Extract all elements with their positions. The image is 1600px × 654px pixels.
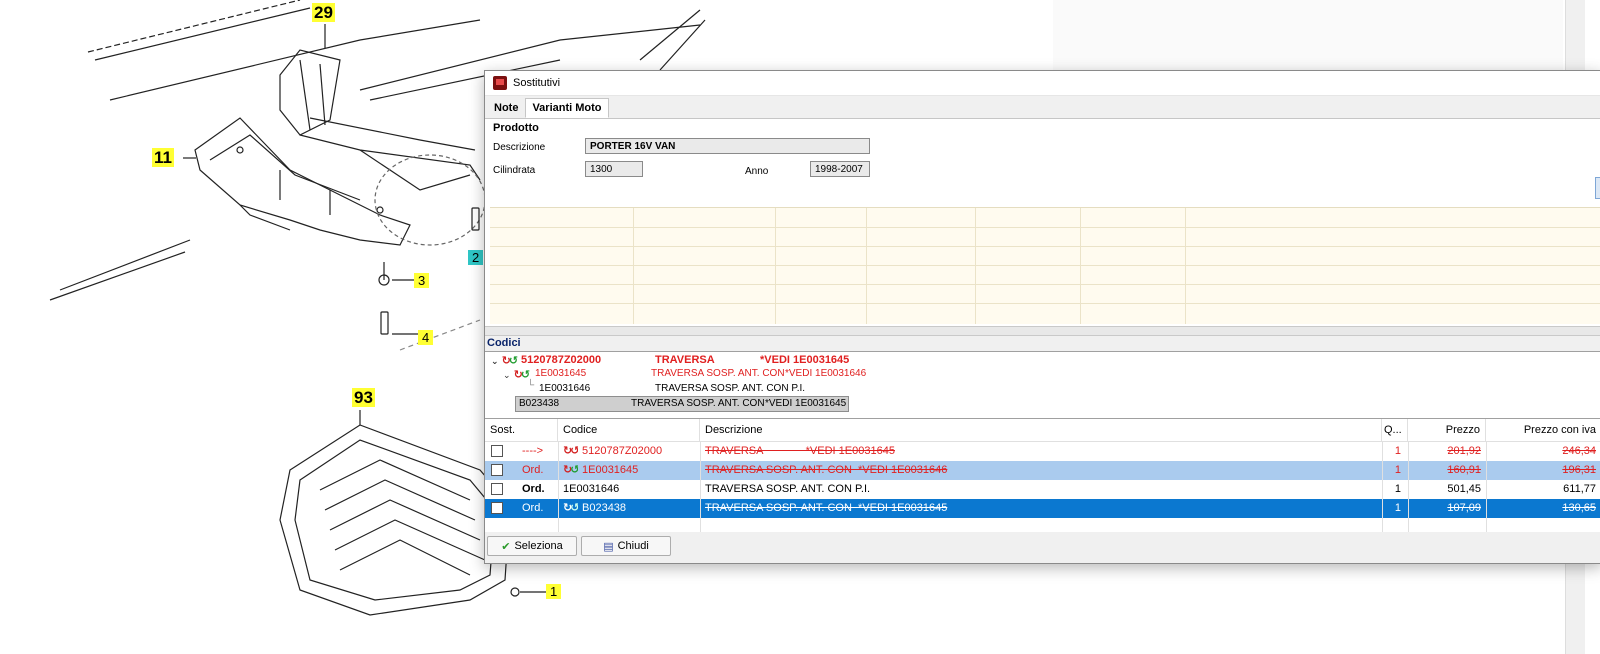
checkmark-icon: ✔ xyxy=(501,540,511,553)
row-codice: 1E0031645 xyxy=(582,464,639,476)
row-qty: 1 xyxy=(1394,502,1401,514)
varianti-grid[interactable] xyxy=(490,207,1600,324)
col-sost[interactable]: Sost. xyxy=(485,419,558,441)
row-descrizione: TRAVERSA SOSP. ANT. CON *VEDI 1E0031646 xyxy=(705,464,948,476)
row-descrizione: TRAVERSA SOSP. ANT. CON P.I. xyxy=(705,483,871,495)
dialog-titlebar: Sostitutivi xyxy=(485,71,1600,96)
tree-code: 5120787Z02000 xyxy=(521,354,602,366)
prodotto-group-label: Prodotto xyxy=(493,122,539,134)
door-icon: ▤ xyxy=(603,540,614,553)
app-icon xyxy=(493,76,507,90)
swap-icon: ↻↺ xyxy=(563,445,578,457)
table-row-selected[interactable]: Ord. ↻↺ B023438 TRAVERSA SOSP. ANT. CON … xyxy=(485,499,1600,518)
seleziona-button[interactable]: ✔ Seleziona xyxy=(487,536,577,556)
sostitutivi-table: Sost. Codice Descrizione Q... Prezzo Pre… xyxy=(485,418,1600,532)
row-checkbox[interactable] xyxy=(491,502,503,514)
callout-29: 29 xyxy=(312,3,335,22)
chevron-down-icon[interactable]: ⌄ xyxy=(491,356,499,366)
row-prezzo: 107,09 xyxy=(1447,502,1481,514)
callout-3: 3 xyxy=(414,273,430,288)
col-prezzo[interactable]: Prezzo xyxy=(1408,419,1486,441)
row-ord: ----> xyxy=(522,445,544,457)
row-ord: Ord. xyxy=(522,502,544,514)
descrizione-field[interactable]: PORTER 16V VAN xyxy=(585,138,870,154)
chiudi-button[interactable]: ▤ Chiudi xyxy=(581,536,671,556)
tab-strip: Note Varianti Moto xyxy=(485,96,1600,118)
callout-93: 93 xyxy=(352,388,375,407)
tree-desc: TRAVERSA xyxy=(655,354,715,366)
cilindrata-label: Cilindrata xyxy=(493,165,536,176)
tree-code: 1E0031645 xyxy=(535,368,587,379)
tab-varianti-moto[interactable]: Varianti Moto xyxy=(525,98,609,118)
swap-icon: ↻↺ xyxy=(563,464,578,476)
tree-code: B023438 xyxy=(519,398,560,409)
tree-note: *VEDI 1E0031646 xyxy=(785,368,867,379)
tree-desc: TRAVERSA SOSP. ANT. CON P.I. xyxy=(655,383,806,394)
tree-desc: TRAVERSA SOSP. ANT. CON xyxy=(631,398,765,409)
side-button[interactable] xyxy=(1595,177,1600,199)
row-descrizione: TRAVERSA *VEDI 1E0031645 xyxy=(705,445,895,457)
callout-1: 1 xyxy=(546,584,562,599)
tab-content: Prodotto Descrizione PORTER 16V VAN Cili… xyxy=(485,118,1600,326)
row-ord: Ord. xyxy=(522,464,544,476)
col-descrizione[interactable]: Descrizione xyxy=(700,419,1382,441)
row-checkbox[interactable] xyxy=(491,445,503,457)
row-ord: Ord. xyxy=(522,483,545,495)
row-prezzo-iva: 611,77 xyxy=(1563,483,1596,495)
swap-icon: ↻↺ xyxy=(501,355,519,367)
row-prezzo: 160,91 xyxy=(1447,464,1481,476)
chevron-down-icon[interactable]: ⌄ xyxy=(503,370,511,380)
cilindrata-field[interactable]: 1300 xyxy=(585,161,643,177)
tree-node-5120787Z02000[interactable]: ⌄ ↻↺ xyxy=(491,354,519,367)
row-prezzo: 201,92 xyxy=(1447,445,1481,457)
background-panel xyxy=(1053,0,1563,70)
callout-11: 11 xyxy=(152,148,174,167)
row-checkbox[interactable] xyxy=(491,483,503,495)
seleziona-label: Seleziona xyxy=(514,540,563,552)
col-qty[interactable]: Q... xyxy=(1382,419,1408,441)
callout-2: 2 xyxy=(468,250,484,265)
table-row[interactable]: ----> ↻↺ 5120787Z02000 TRAVERSA *VEDI 1E… xyxy=(485,442,1600,461)
anno-label: Anno xyxy=(745,166,769,177)
row-prezzo-iva: 130,65 xyxy=(1562,502,1596,514)
row-prezzo: 501,45 xyxy=(1447,483,1481,495)
row-qty: 1 xyxy=(1394,445,1401,457)
tree-connector: └ xyxy=(527,380,535,391)
row-codice: B023438 xyxy=(582,502,627,514)
tab-note[interactable]: Note xyxy=(487,98,525,118)
dialog-title: Sostitutivi xyxy=(513,77,561,89)
splitter[interactable] xyxy=(485,326,1600,336)
row-qty: 1 xyxy=(1394,483,1401,495)
descrizione-label: Descrizione xyxy=(493,142,546,153)
row-codice: 5120787Z02000 xyxy=(582,445,663,457)
row-descrizione: TRAVERSA SOSP. ANT. CON *VEDI 1E0031645 xyxy=(705,502,948,514)
chiudi-label: Chiudi xyxy=(617,540,649,552)
callout-4: 4 xyxy=(418,330,434,345)
table-header: Sost. Codice Descrizione Q... Prezzo Pre… xyxy=(485,419,1600,442)
col-codice[interactable]: Codice xyxy=(558,419,700,441)
row-prezzo-iva: 246,34 xyxy=(1562,445,1596,457)
tree-note: *VEDI 1E0031645 xyxy=(760,354,850,366)
button-bar: ✔ Seleziona ▤ Chiudi xyxy=(485,533,1600,561)
row-prezzo-iva: 196,31 xyxy=(1562,464,1596,476)
col-prezzo-iva[interactable]: Prezzo con iva xyxy=(1486,419,1600,441)
sostitutivi-dialog: Sostitutivi Note Varianti Moto Prodotto … xyxy=(484,70,1600,564)
tree-code: 1E0031646 xyxy=(539,383,591,394)
table-row[interactable]: Ord. 1E0031646 TRAVERSA SOSP. ANT. CON P… xyxy=(485,480,1600,499)
row-checkbox[interactable] xyxy=(491,464,503,476)
tree-desc: TRAVERSA SOSP. ANT. CON xyxy=(651,368,785,379)
swap-icon: ↻↺ xyxy=(513,369,531,381)
row-qty: 1 xyxy=(1394,464,1401,476)
tree-node-1E0031645[interactable]: ⌄ ↻↺ xyxy=(503,368,531,381)
anno-field[interactable]: 1998-2007 xyxy=(810,161,870,177)
tree-note: *VEDI 1E0031645 xyxy=(765,398,847,409)
table-row[interactable]: Ord. ↻↺ 1E0031645 TRAVERSA SOSP. ANT. CO… xyxy=(485,461,1600,480)
swap-icon: ↻↺ xyxy=(563,502,578,514)
codici-label: Codici xyxy=(487,337,521,349)
row-codice: 1E0031646 xyxy=(563,483,620,495)
